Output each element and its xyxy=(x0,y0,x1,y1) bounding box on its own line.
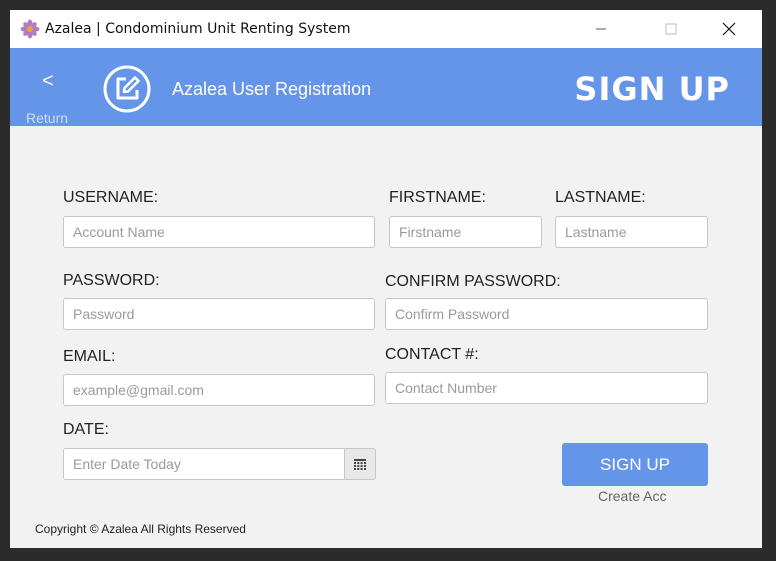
date-picker-button[interactable] xyxy=(344,448,376,480)
username-input[interactable] xyxy=(63,216,375,248)
back-arrow-icon: < xyxy=(42,70,54,92)
minimize-button[interactable] xyxy=(578,10,624,48)
return-label[interactable]: Return xyxy=(26,110,68,126)
window-title: Azalea | Condominium Unit Renting System xyxy=(45,21,351,37)
date-input[interactable] xyxy=(63,448,345,480)
firstname-input[interactable] xyxy=(389,216,542,248)
password-label: PASSWORD: xyxy=(63,272,160,289)
azalea-flower-icon xyxy=(20,19,40,39)
date-label: DATE: xyxy=(63,421,109,438)
calendar-icon xyxy=(354,458,366,470)
confirm-password-label: CONFIRM PASSWORD: xyxy=(385,273,561,290)
email-input[interactable] xyxy=(63,374,375,406)
close-icon xyxy=(722,22,736,36)
return-button[interactable]: < xyxy=(22,70,74,92)
close-button[interactable] xyxy=(706,10,752,48)
page-title: SIGN UP xyxy=(574,70,730,108)
registration-window: Azalea | Condominium Unit Renting System… xyxy=(10,10,762,548)
lastname-label: LASTNAME: xyxy=(555,189,646,206)
contact-label: CONTACT #: xyxy=(385,346,479,363)
password-input[interactable] xyxy=(63,298,375,330)
maximize-button[interactable] xyxy=(648,10,694,48)
title-bar: Azalea | Condominium Unit Renting System xyxy=(10,10,762,48)
minimize-icon xyxy=(596,28,606,30)
copyright-text: Copyright © Azalea All Rights Reserved xyxy=(35,522,246,536)
header-title: Azalea User Registration xyxy=(172,79,372,99)
confirm-password-input[interactable] xyxy=(385,298,708,330)
header-bar: < Return Azalea User Registration SIGN U… xyxy=(10,48,762,126)
username-label: USERNAME: xyxy=(63,189,159,206)
email-label: EMAIL: xyxy=(63,348,116,365)
sign-up-button[interactable]: SIGN UP xyxy=(562,443,708,486)
firstname-label: FIRSTNAME: xyxy=(389,189,486,206)
create-account-caption: Create Acc xyxy=(598,488,667,504)
contact-input[interactable] xyxy=(385,372,708,404)
maximize-icon xyxy=(665,23,677,35)
edit-square-icon xyxy=(103,65,151,113)
lastname-input[interactable] xyxy=(555,216,708,248)
